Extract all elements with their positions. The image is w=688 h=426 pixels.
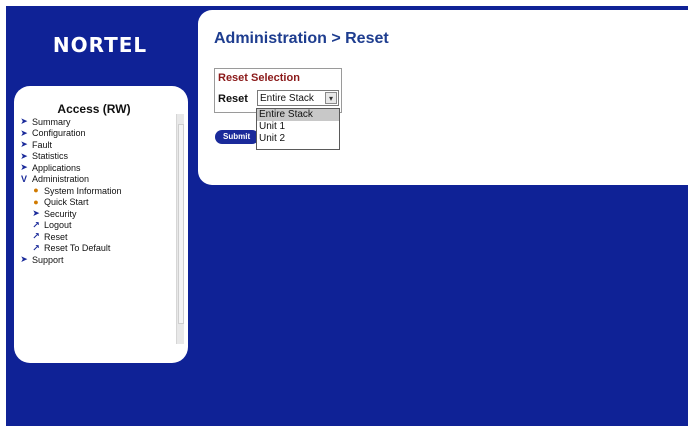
arrow-right-icon: ➤ — [20, 150, 28, 161]
nav-item-label: Summary — [32, 116, 71, 127]
nav-item-administration[interactable]: V Administration — [19, 174, 174, 186]
nav-item-label: Reset To Default — [44, 243, 111, 254]
bullet-icon: ● — [33, 196, 39, 207]
nav-item-label: Security — [44, 208, 77, 219]
arrow-right-icon: ➤ — [20, 162, 28, 173]
nav-item-reset[interactable]: ↗ Reset — [19, 231, 174, 243]
logo-text: NORTEL — [52, 33, 148, 57]
curl-arrow-icon: ↗ — [32, 231, 40, 242]
nav-item-label: Configuration — [32, 128, 86, 139]
arrow-right-icon: ➤ — [20, 116, 28, 127]
reset-select[interactable]: Entire Stack ▾ — [257, 90, 339, 106]
nav-list: ➤ Summary ➤ Configuration ➤ Fault ➤ Stat… — [19, 116, 174, 266]
reset-label: Reset — [218, 93, 248, 105]
submit-button[interactable]: Submit — [215, 130, 259, 144]
nav-item-configuration[interactable]: ➤ Configuration — [19, 128, 174, 140]
nav-item-label: Reset — [44, 231, 68, 242]
nav-item-label: Fault — [32, 139, 53, 150]
nav-item-label: Support — [32, 254, 64, 265]
arrow-right-icon: ➤ — [20, 139, 28, 150]
nav-item-support[interactable]: ➤ Support — [19, 254, 174, 266]
chevron-down-icon[interactable]: ▾ — [325, 92, 337, 104]
nav-item-label: Administration — [32, 174, 90, 185]
nav-item-logout[interactable]: ↗ Logout — [19, 220, 174, 232]
arrow-down-icon: V — [20, 173, 27, 184]
reset-selection-form: Reset Selection Reset Entire Stack ▾ — [214, 68, 342, 113]
curl-arrow-icon: ↗ — [32, 219, 40, 230]
bullet-icon: ● — [33, 185, 39, 196]
content-panel: Administration > Reset Reset Selection R… — [198, 10, 688, 185]
nav-item-statistics[interactable]: ➤ Statistics — [19, 151, 174, 163]
nav-item-system-information[interactable]: ● System Information — [19, 185, 174, 197]
nav-item-label: Quick Start — [44, 197, 89, 208]
nav-scrollbar-thumb[interactable] — [178, 124, 184, 324]
page-title: Administration > Reset — [214, 30, 389, 47]
form-title: Reset Selection — [218, 72, 300, 84]
arrow-right-icon: ➤ — [32, 208, 40, 219]
nav-item-label: Statistics — [32, 151, 69, 162]
nav-item-fault[interactable]: ➤ Fault — [19, 139, 174, 151]
nav-item-label: System Information — [44, 185, 122, 196]
nav-item-reset-to-default[interactable]: ↗ Reset To Default — [19, 243, 174, 255]
access-title: Access (RW) — [57, 102, 131, 116]
nortel-logo: NORTEL — [16, 20, 184, 70]
dropdown-option-unit-1[interactable]: Unit 1 — [257, 121, 339, 133]
dropdown-option-entire-stack[interactable]: Entire Stack — [257, 109, 339, 121]
nav-item-security[interactable]: ➤ Security — [19, 208, 174, 220]
curl-arrow-icon: ↗ — [32, 242, 40, 253]
nav-item-summary[interactable]: ➤ Summary — [19, 116, 174, 128]
arrow-right-icon: ➤ — [20, 254, 28, 265]
reset-select-value: Entire Stack — [260, 92, 314, 104]
nav-item-label: Applications — [32, 162, 81, 173]
arrow-right-icon: ➤ — [20, 127, 28, 138]
navigation-panel: Access (RW) ➤ Summary ➤ Configuration ➤ … — [14, 86, 188, 363]
nav-item-label: Logout — [44, 220, 72, 231]
nav-item-quick-start[interactable]: ● Quick Start — [19, 197, 174, 209]
reset-dropdown-list: Entire Stack Unit 1 Unit 2 — [256, 108, 340, 150]
dropdown-option-unit-2[interactable]: Unit 2 — [257, 133, 339, 145]
nav-item-applications[interactable]: ➤ Applications — [19, 162, 174, 174]
nav-scrollbar[interactable] — [176, 114, 184, 344]
